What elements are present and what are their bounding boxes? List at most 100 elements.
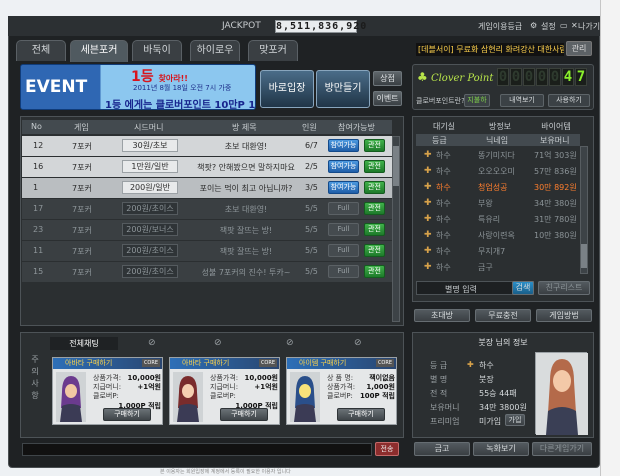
row-seed: 200원/초이스 — [122, 244, 178, 257]
chat-tab-icon[interactable]: ⊘ — [354, 338, 362, 348]
chat-tab-icon[interactable]: ⊘ — [148, 338, 156, 348]
settings-icon[interactable]: ⚙ — [530, 21, 537, 30]
game-guide-button[interactable]: 게임방법 — [536, 309, 592, 322]
replay-button[interactable]: 녹화보기 — [473, 442, 529, 456]
card-info-key: 클로버P: — [93, 392, 119, 400]
chat-input[interactable] — [22, 443, 372, 456]
table-row[interactable]: 15 7포커 200원/초이스 성불 7포커의 진수! 투카~ 5/5 Full 관전 — [22, 262, 392, 282]
exit-label[interactable]: 나가기 — [578, 21, 600, 32]
table-row[interactable]: 1 7포커 200원/일반 포이는 먹이 최고 아닙니까? 3/5 참여가능 관전 — [22, 178, 392, 198]
clover-help-link[interactable]: 클로버포인트란? — [416, 96, 465, 106]
table-row[interactable]: 11 7포커 200원/초이스 잭팟 잘뜨는 방! 5/5 Full 관전 — [22, 241, 392, 261]
table-row[interactable]: 17 7포커 200원/초이스 초보 대환영! 5/5 Full 관전 — [22, 199, 392, 219]
clover-logo: ♣ Clover Point — [417, 70, 494, 84]
minimize-icon[interactable]: ▭ — [560, 21, 568, 30]
user-row[interactable]: ✚ 하수 부왕 34만 380원 — [416, 195, 580, 211]
buy-button[interactable]: 구매하기 — [220, 408, 268, 421]
watch-button[interactable]: 관전 — [364, 139, 385, 152]
user-list-scroll-thumb[interactable] — [581, 244, 587, 268]
bank-button[interactable]: 금고 — [414, 442, 470, 456]
ticker-manage-button[interactable]: 관리 — [566, 41, 592, 56]
quick-join-button[interactable]: 바로입장 — [260, 70, 314, 108]
tab-room-info[interactable]: 방정보 — [476, 121, 524, 133]
close-icon[interactable]: ✕ — [571, 21, 578, 30]
free-charge-button[interactable]: 무료충전 — [475, 309, 531, 322]
join-button[interactable]: Full — [328, 223, 359, 236]
clover-history-button[interactable]: 내역보기 — [500, 94, 544, 107]
user-nick: 무지개7 — [478, 247, 506, 256]
buy-button[interactable]: 구매하기 — [103, 408, 151, 421]
table-row[interactable]: 12 7포커 30원/초보 초보 대환영! 6/7 참여가능 관전 — [22, 136, 392, 156]
event-prize-text: 1등 에게는 클로버포인트 10만P 1급 — [105, 100, 256, 110]
friend-list-button[interactable]: 친구리스트 — [538, 281, 590, 295]
watch-button[interactable]: 관전 — [364, 181, 385, 194]
make-room-button[interactable]: 방만들기 — [316, 70, 370, 108]
col-no: No — [31, 122, 42, 131]
user-row[interactable]: ✚ 하수 청업성공 30만 892원 — [416, 179, 580, 195]
row-game: 7포커 — [72, 163, 92, 172]
user-row[interactable]: ✚ 하수 똥기미지다 71억 303원 — [416, 147, 580, 163]
shop-button[interactable]: 상점 — [373, 71, 402, 86]
tab-mat-poker[interactable]: 맞포커 — [248, 40, 298, 61]
clover-use-button[interactable]: 사용하기 — [548, 94, 590, 107]
shop-side-label: 주의사항 — [31, 355, 39, 400]
user-row[interactable]: ✚ 하수 특유리 31만 780원 — [416, 211, 580, 227]
user-money: 34만 380원 — [534, 199, 577, 208]
card-info-value: 100P 적립 — [359, 392, 395, 400]
user-row[interactable]: ✚ 하수 금구 — [416, 259, 580, 275]
join-button[interactable]: Full — [328, 202, 359, 215]
tab-waiting-room[interactable]: 대기실 — [420, 121, 468, 133]
tab-seven-poker[interactable]: 세븐포커 — [70, 40, 128, 62]
tab-buyer-item[interactable]: 바이어템 — [532, 121, 580, 133]
other-game-button[interactable]: 다른게임가기 — [532, 442, 592, 456]
chat-tab-icon[interactable]: ⊘ — [286, 338, 294, 348]
row-title: 잭팟 잘뜨는 방! — [219, 226, 273, 235]
tab-all[interactable]: 전체 — [16, 40, 66, 61]
join-button[interactable]: Full — [328, 244, 359, 257]
room-list-scroll-thumb[interactable] — [393, 146, 399, 186]
grade-icon: ✚ — [424, 198, 432, 208]
watch-button[interactable]: 관전 — [364, 202, 385, 215]
table-row[interactable]: 16 7포커 1만원/일반 책팟? 안해봤으면 말하지마요 2/5 참여가능 관전 — [22, 157, 392, 177]
user-nick: 똥기미지다 — [478, 151, 515, 160]
user-row[interactable]: ✚ 하수 사랑이련옥 10만 380원 — [416, 227, 580, 243]
event-banner[interactable]: EVENT 1등 찾아라!! 2011년 8월 18일 오전 7시 가중 1등 … — [20, 64, 256, 110]
row-title: 초보 대환영! — [224, 205, 268, 214]
user-row[interactable]: ✚ 하수 오오오오미 57만 836원 — [416, 163, 580, 179]
watch-button[interactable]: 관전 — [364, 160, 385, 173]
row-people: 5/5 — [305, 267, 318, 276]
invite-button[interactable]: 초대방 — [414, 309, 470, 322]
clover-digit: 0 — [523, 68, 535, 86]
watch-button[interactable]: 관전 — [364, 265, 385, 278]
shop-card: 아바타 구매하기 CORE 상품가격: 10,000원 지급머니: +1억원 클로버P: 1,… — [169, 357, 280, 425]
table-row[interactable]: 23 7포커 200원/보너스 잭팟 잘뜨는 방! 5/5 Full 관전 — [22, 220, 392, 240]
row-game: 7포커 — [72, 268, 92, 277]
join-button[interactable]: 참여가능 — [328, 139, 359, 152]
tab-all-chat[interactable]: 전체채팅 — [50, 337, 118, 350]
watch-button[interactable]: 관전 — [364, 223, 385, 236]
join-button[interactable]: Full — [328, 265, 359, 278]
row-seed: 200원/일반 — [122, 181, 178, 194]
user-money: 10만 380원 — [534, 231, 577, 240]
user-grade: 하수 — [436, 199, 451, 208]
tab-highlow[interactable]: 하이로우 — [190, 40, 240, 61]
clover-digit: 0 — [549, 68, 561, 86]
grade-icon: ✚ — [424, 246, 432, 256]
buy-button[interactable]: 구매하기 — [337, 408, 385, 421]
clover-exchange-button[interactable]: 지불하 — [464, 94, 490, 107]
chat-tab-icon[interactable]: ⊘ — [214, 338, 222, 348]
user-row[interactable]: ✚ 하수 무지개7 — [416, 243, 580, 259]
col-game: 게임 — [74, 123, 89, 132]
join-button[interactable]: 참여가능 — [328, 160, 359, 173]
watch-button[interactable]: 관전 — [364, 244, 385, 257]
chat-send-button[interactable]: 전송 — [375, 442, 399, 456]
premium-join-button[interactable]: 가입 — [505, 414, 525, 426]
settings-label[interactable]: 설정 — [541, 21, 556, 32]
search-button[interactable]: 검색 — [512, 281, 534, 295]
user-nick: 부왕 — [478, 199, 493, 208]
tab-baduki[interactable]: 바둑이 — [132, 40, 182, 61]
user-grade: 하수 — [436, 183, 451, 192]
join-button[interactable]: 참여가능 — [328, 181, 359, 194]
news-ticker[interactable]: [데블서이] 무료화 삼현리 화려강산 대한사람 — [416, 43, 564, 56]
event-button[interactable]: 이벤트 — [373, 91, 402, 106]
